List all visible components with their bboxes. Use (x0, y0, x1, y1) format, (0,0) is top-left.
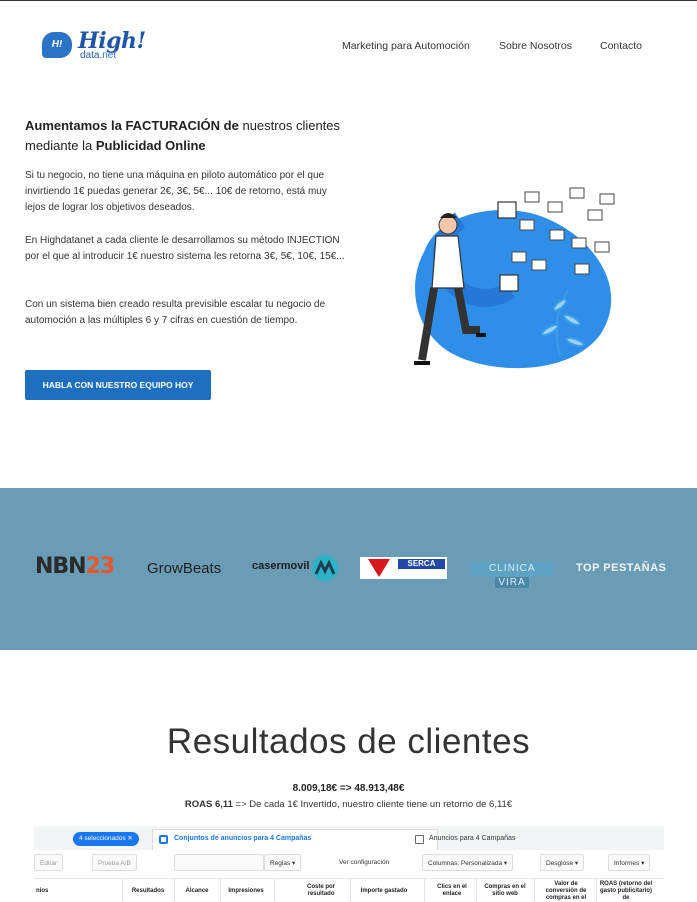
brand-growbeats: GrowBeats (147, 560, 222, 577)
col-resultados: Resultados (131, 888, 165, 894)
tb-desglose: Desglose ▾ (540, 854, 585, 871)
col-valor-conversion: Valor de conversión de compras en el (545, 881, 587, 901)
ads-table-header: nios Resultados Alcance Impresiones Cost… (34, 878, 664, 902)
tab-anuncios: Anuncios para 4 Campañas (429, 835, 516, 842)
site-logo[interactable]: H! High! data.net (42, 28, 152, 68)
ads-toolbar: Editar Prueba A/B Reglas ▾ Ver configura… (34, 854, 664, 872)
nav-contacto[interactable]: Contacto (600, 40, 642, 52)
results-roas: ROAS 6,11 => De cada 1€ Invertido, nuest… (184, 799, 513, 810)
tb-informes: Informes ▾ (608, 854, 651, 871)
serca-triangle-icon (368, 559, 390, 577)
tb-ver-config: Ver configuración (339, 859, 390, 866)
logo-sub: data.net (80, 50, 117, 61)
col-compras-web: Compras en el sitio web (484, 884, 526, 897)
results-title: Resultados de clientes (166, 722, 531, 761)
tb-reglas: Reglas ▾ (264, 854, 302, 871)
grid-icon (159, 835, 168, 844)
nav-sobre-nosotros[interactable]: Sobre Nosotros (499, 40, 572, 52)
tab-conjuntos: Conjuntos de anuncios para 4 Campañas (152, 829, 438, 850)
col-importe-gastado: Importe gastado (360, 888, 408, 894)
brand-clinica-vira: CLINICA VIRA (471, 562, 553, 588)
col-alcance: Alcance (185, 888, 209, 894)
hero-paragraph-1: Si tu negocio, no tiene una máquina en p… (25, 170, 327, 213)
brand-top-pestanas: TOP PESTAÑAS (576, 562, 667, 574)
casermovil-logo-icon (312, 555, 338, 581)
magnet-illustration (414, 187, 615, 369)
tb-icons (174, 854, 264, 871)
col-roas: ROAS (retorno del gasto publicitario) de (599, 881, 653, 901)
tb-columnas: Columnas: Personalizada ▾ (422, 854, 514, 871)
logo-badge: H! (42, 32, 72, 58)
tb-editar: Editar (34, 854, 63, 871)
clients-logo-band: NBN23 GrowBeats casermovil SERCA CLINICA… (0, 488, 697, 650)
nav-marketing-automocion[interactable]: Marketing para Automoción (342, 40, 470, 52)
ads-tabs-bar: 4 seleccionados ✕ Conjuntos de anuncios … (34, 826, 664, 850)
col-impresiones: Impresiones (228, 888, 264, 894)
top-border (0, 0, 697, 1)
brand-casermovil: casermovil (252, 560, 310, 572)
checkbox-icon (415, 835, 424, 844)
col-clics-enlace: Clics en el enlace (437, 884, 467, 897)
hero-paragraph-2: En Highdatanet a cada cliente le desarro… (25, 235, 345, 262)
brand-nbn23: NBN23 (35, 554, 115, 579)
results-amounts: 8.009,18€ => 48.913,48€ (292, 783, 405, 794)
cta-button[interactable]: HABLA CON NUESTRO EQUIPO HOY (25, 370, 211, 400)
hero-paragraph-3: Con un sistema bien creado resulta previ… (25, 299, 326, 326)
ads-manager-screenshot: 4 seleccionados ✕ Conjuntos de anuncios … (34, 826, 664, 902)
col-coste-resultado: Coste por resultado (306, 884, 335, 897)
brand-serca: SERCA (360, 557, 447, 579)
hero-title: Aumentamos la FACTURACIÓN de nuestros cl… (25, 118, 341, 153)
tb-prueba-ab: Prueba A/B (92, 854, 137, 871)
col-nombre: nios (36, 888, 49, 894)
selected-pill: 4 seleccionados ✕ (73, 832, 139, 846)
